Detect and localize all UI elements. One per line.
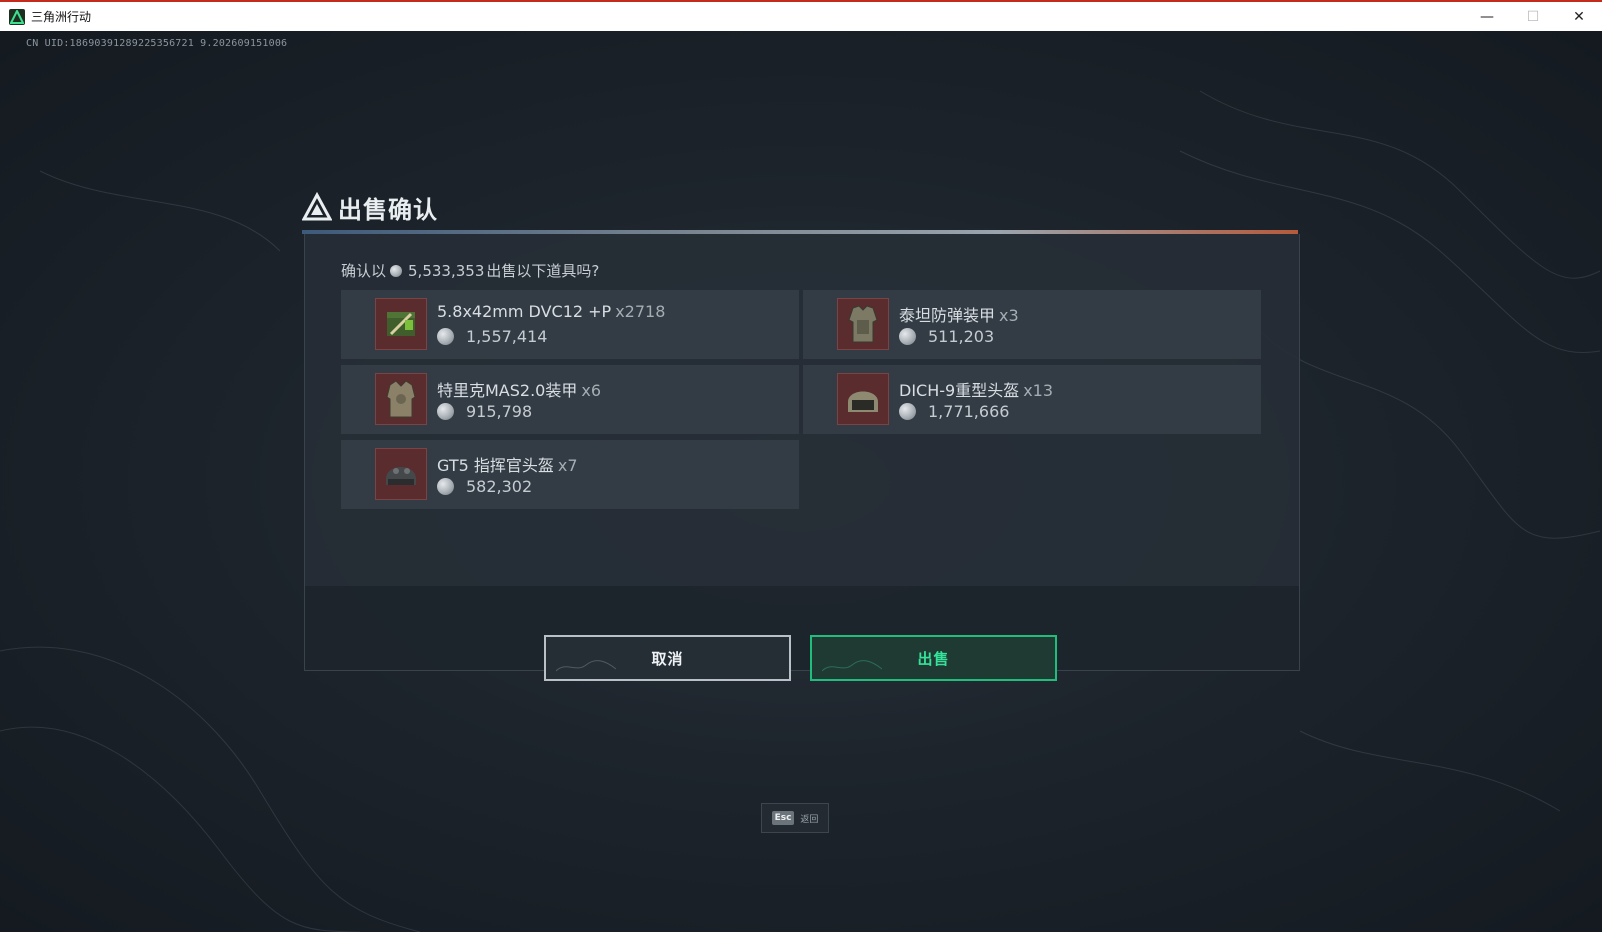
dialog-title: 出售确认 [338,195,438,224]
item-price: 915,798 [466,402,533,421]
item-quantity: x3 [999,306,1019,325]
button-decoration-icon [822,660,882,672]
item-price: 1,771,666 [928,402,1010,421]
sell-button[interactable]: 出售 [810,635,1057,681]
minimize-button[interactable]: — [1464,2,1510,31]
button-decoration-icon [556,660,616,672]
maximize-button[interactable]: ☐ [1510,2,1556,31]
commander-helmet-icon [375,448,427,500]
item-price: 511,203 [928,327,995,346]
close-icon: ✕ [1573,8,1585,25]
maximize-icon: ☐ [1526,8,1540,25]
item-card: DICH-9重型头盔 x13 1,771,666 [803,365,1261,434]
dialog-header: 出售确认 [302,190,438,224]
uid-watermark: CN UID:18690391289225356721 9.2026091510… [26,38,288,49]
item-card: GT5 指挥官头盔 x7 582,302 [341,440,799,509]
item-card: 特里克MAS2.0装甲 x6 915,798 [341,365,799,434]
prompt-suffix: 出售以下道具吗? [486,262,600,280]
esc-back-hint[interactable]: Esc 返回 [761,803,829,833]
esc-back-label: 返回 [800,814,819,825]
heavy-helmet-icon [837,373,889,425]
ammo-box-icon [375,298,427,350]
esc-key-icon: Esc [771,811,795,825]
sell-button-label: 出售 [917,649,950,668]
coin-icon [437,403,454,420]
cancel-button-label: 取消 [651,649,684,668]
window-title: 三角洲行动 [31,10,92,24]
prompt-amount: 5,533,353 [408,261,485,280]
minimize-icon: — [1480,8,1494,25]
coin-icon [437,328,454,345]
item-card: 5.8x42mm DVC12 +P x2718 1,557,414 [341,290,799,359]
app-logo-icon [9,8,25,25]
cancel-button[interactable]: 取消 [544,635,791,681]
confirm-prompt: 确认以 5,533,353 出售以下道具吗? [341,260,599,281]
dialog-footer [304,586,1300,671]
sell-confirm-dialog: 确认以 5,533,353 出售以下道具吗? 5.8x42mm DVC12 +P… [304,234,1300,586]
item-quantity: x13 [1023,381,1054,400]
coin-icon [390,264,403,277]
coin-icon [899,328,916,345]
window-titlebar: 三角洲行动 — ☐ ✕ [0,0,1602,31]
item-card: 泰坦防弹装甲 x3 511,203 [803,290,1261,359]
item-name: 特里克MAS2.0装甲 [437,381,578,400]
item-quantity: x6 [581,381,602,400]
body-armor-icon [837,298,889,350]
item-quantity: x2718 [615,302,666,321]
item-name: 泰坦防弹装甲 [899,306,996,325]
coin-icon [899,403,916,420]
item-price: 1,557,414 [466,327,548,346]
item-price: 582,302 [466,477,533,496]
delta-logo-icon [302,192,332,221]
body-armor-icon [375,373,427,425]
item-name: GT5 指挥官头盔 [437,456,554,475]
close-button[interactable]: ✕ [1556,2,1602,31]
item-name: 5.8x42mm DVC12 +P [437,302,612,321]
item-quantity: x7 [557,456,578,475]
prompt-prefix: 确认以 [341,262,387,280]
item-name: DICH-9重型头盔 [899,381,1020,400]
coin-icon [437,478,454,495]
